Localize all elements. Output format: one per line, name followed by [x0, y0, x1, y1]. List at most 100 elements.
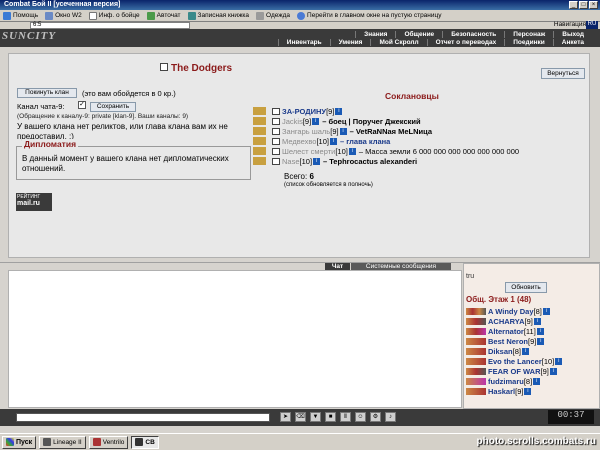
task-combats[interactable]: СВ [131, 435, 159, 449]
toolbar-clothes[interactable]: Одежда [256, 11, 290, 20]
channel-checkbox[interactable]: ✓ [78, 101, 86, 109]
info-icon[interactable]: i [533, 317, 541, 325]
info-icon[interactable]: i [335, 107, 343, 115]
close-button[interactable]: × [589, 1, 598, 9]
menu-knowledge[interactable]: Знания [355, 31, 395, 38]
menu-security[interactable]: Безопасность [442, 31, 504, 38]
info-icon[interactable]: i [549, 367, 557, 375]
member-status: – Масса земли 6 000 000 000 000 000 000 … [358, 146, 520, 156]
pause-icon[interactable]: Ⅱ [340, 412, 351, 422]
clan-emblem-icon [272, 117, 280, 125]
user-row: ACHARYA [9] i [466, 316, 596, 326]
member-row: Зангарь шаль [9] i – VetRaNNaя MeLNица [253, 126, 583, 136]
toolbar-blank-page[interactable]: Перейти в главном окне на пустую страниц… [297, 11, 442, 20]
maximize-button[interactable]: □ [579, 1, 588, 9]
user-name[interactable]: FEAR OF WAR [488, 367, 541, 376]
menu-inventory[interactable]: Инвентарь [277, 39, 330, 46]
user-name[interactable]: Alternator [488, 327, 524, 336]
chat-tools: ➤ ⌫ ▼ ■ Ⅱ ☺ ⚙ ♪ [280, 412, 396, 422]
address-input[interactable]: 6:5 [30, 22, 190, 29]
save-button[interactable]: Сохранить [90, 102, 136, 112]
language-select[interactable]: RU [586, 21, 598, 29]
toolbar-notebook[interactable]: Записная книжка [187, 11, 249, 20]
clear-icon[interactable]: ⌫ [295, 412, 306, 422]
user-name[interactable]: Best Neron [488, 337, 528, 346]
info-icon[interactable]: i [537, 337, 545, 345]
war-badge-icon [253, 107, 266, 115]
user-name[interactable]: Evo the Lancer [488, 357, 542, 366]
menu-communication[interactable]: Общение [395, 31, 442, 38]
member-row: Медвехво [10] i – глава клана [253, 136, 583, 146]
window-icon [45, 11, 54, 20]
globe-icon [297, 11, 306, 20]
settings-icon[interactable]: ⚙ [370, 412, 381, 422]
info-icon[interactable]: i [536, 327, 544, 335]
chat-log[interactable] [8, 270, 462, 408]
user-row: Best Neron [9] i [466, 336, 596, 346]
member-status: – боец | Поручег Джекский [322, 116, 421, 126]
menu-duels[interactable]: Поединки [504, 39, 553, 46]
member-name[interactable]: Шелест смерти [282, 147, 335, 156]
member-name[interactable]: Зангарь шаль [282, 127, 330, 136]
member-name[interactable]: ЗА-РОДИНУ [282, 107, 326, 116]
member-row: Шелест смерти [10] i – Масса земли 6 000 0… [253, 146, 583, 156]
user-name[interactable]: ACHARYA [488, 317, 525, 326]
toolbar-autochat[interactable]: Авточат [146, 11, 181, 20]
menu-my-scroll[interactable]: Мой Скролл [370, 39, 426, 46]
address-bar: 6:5 [0, 22, 600, 29]
clan-emblem-icon [272, 147, 280, 155]
back-button[interactable]: Вернуться [541, 68, 585, 79]
task-ventrilo[interactable]: Ventrilo [88, 435, 129, 449]
refresh-button[interactable]: Обновить [505, 282, 547, 293]
menu-skills[interactable]: Умения [329, 39, 371, 46]
room-location: tru [466, 273, 475, 280]
send-icon[interactable]: ➤ [280, 412, 291, 422]
rating-counter[interactable]: РЕЙТИНГ mail.ru [16, 193, 52, 211]
member-name[interactable]: Nase [282, 157, 300, 166]
menu-transfers[interactable]: Отчет о переводах [426, 39, 505, 46]
menu-character[interactable]: Персонаж [504, 31, 553, 38]
info-icon[interactable]: i [524, 387, 532, 395]
info-icon[interactable]: i [533, 377, 541, 385]
info-icon[interactable]: i [542, 307, 550, 315]
menu-exit[interactable]: Выход [553, 31, 592, 38]
toolbar-window-w2[interactable]: Окно W2 [45, 11, 82, 20]
info-icon[interactable]: i [313, 157, 321, 165]
info-icon[interactable]: i [329, 137, 337, 145]
info-icon[interactable]: i [521, 347, 529, 355]
diplomacy-title: Дипломатия [22, 139, 79, 149]
filter-icon[interactable]: ▼ [310, 412, 321, 422]
member-name[interactable]: Медвехво [282, 137, 316, 146]
task-lineage[interactable]: Lineage II [39, 435, 86, 449]
user-badges-icon [466, 347, 486, 355]
info-icon[interactable]: i [339, 127, 347, 135]
info-icon [88, 11, 97, 20]
user-row: A Windy Day [8] i [466, 306, 596, 316]
emote-icon[interactable]: ☺ [355, 412, 366, 422]
user-name[interactable]: Diksan [488, 347, 513, 356]
window-controls: _ □ × [569, 1, 598, 9]
user-name[interactable]: Haskarl [488, 387, 515, 396]
stop-icon[interactable]: ■ [325, 412, 336, 422]
start-button[interactable]: Пуск [2, 435, 37, 449]
member-status: – Tephrocactus alexanderi [323, 156, 418, 166]
chat-input[interactable] [16, 413, 270, 422]
info-icon[interactable]: i [348, 147, 356, 155]
window-title: Combat Бой II [усеченная версия] [0, 0, 600, 10]
user-badges-icon [466, 377, 486, 385]
toolbar-help[interactable]: Помощь [3, 11, 38, 20]
user-name[interactable]: fudzimaru [488, 377, 524, 386]
minimize-button[interactable]: _ [569, 1, 578, 9]
user-row: fudzimaru [8] i [466, 376, 596, 386]
combats-icon [135, 438, 144, 446]
members-title: Соклановцы [385, 91, 439, 101]
menu-profile[interactable]: Анкета [552, 39, 592, 46]
user-name[interactable]: A Windy Day [488, 307, 534, 316]
leave-clan-button[interactable]: Покинуть клан [17, 88, 77, 98]
info-icon[interactable]: i [555, 357, 563, 365]
ventrilo-icon [92, 438, 101, 446]
sound-icon[interactable]: ♪ [385, 412, 396, 422]
info-icon[interactable]: i [312, 117, 320, 125]
member-name[interactable]: Jackis [282, 117, 303, 126]
toolbar-fighter-info[interactable]: Инф. о бойце [88, 11, 140, 20]
